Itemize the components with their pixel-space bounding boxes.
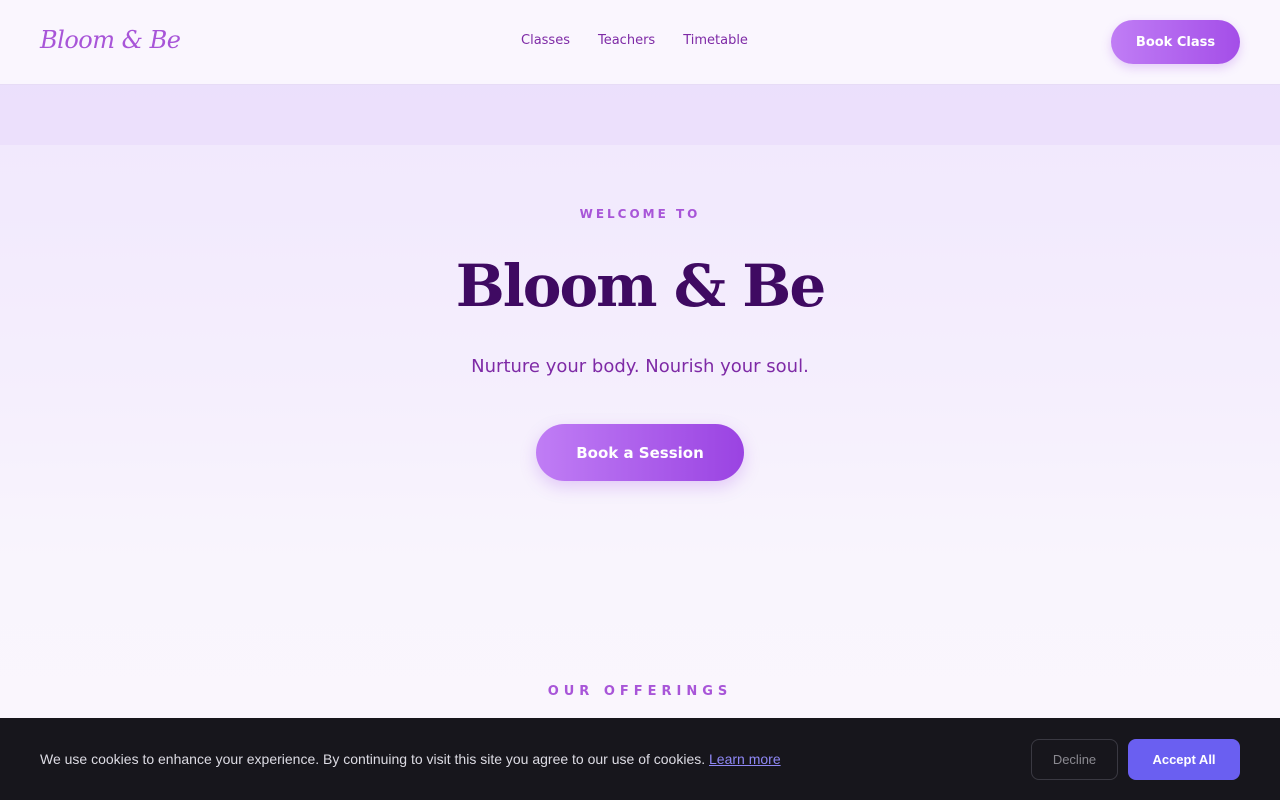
decline-button[interactable]: Decline (1031, 739, 1118, 780)
cookie-banner: We use cookies to enhance your experienc… (0, 718, 1280, 800)
main-nav: Classes Teachers Timetable (521, 33, 748, 48)
hero-title: Bloom & Be (455, 252, 826, 320)
book-class-button[interactable]: Book Class (1111, 20, 1240, 64)
offerings-heading: OUR OFFERINGS (547, 684, 733, 699)
site-logo[interactable]: Bloom & Be (40, 26, 181, 54)
learn-more-link[interactable]: Learn more (709, 751, 781, 767)
hero-eyebrow: WELCOME TO (579, 207, 701, 221)
nav-link-teachers[interactable]: Teachers (598, 33, 655, 48)
header-shadow-band (0, 85, 1280, 145)
book-session-button[interactable]: Book a Session (536, 424, 744, 481)
cookie-message-container: We use cookies to enhance your experienc… (40, 751, 781, 767)
nav-link-timetable[interactable]: Timetable (683, 33, 748, 48)
site-header: Bloom & Be Classes Teachers Timetable Bo… (0, 0, 1280, 85)
nav-link-classes[interactable]: Classes (521, 33, 570, 48)
accept-all-button[interactable]: Accept All (1128, 739, 1240, 780)
cookie-message: We use cookies to enhance your experienc… (40, 751, 706, 767)
hero-tagline: Nurture your body. Nourish your soul. (471, 356, 809, 377)
